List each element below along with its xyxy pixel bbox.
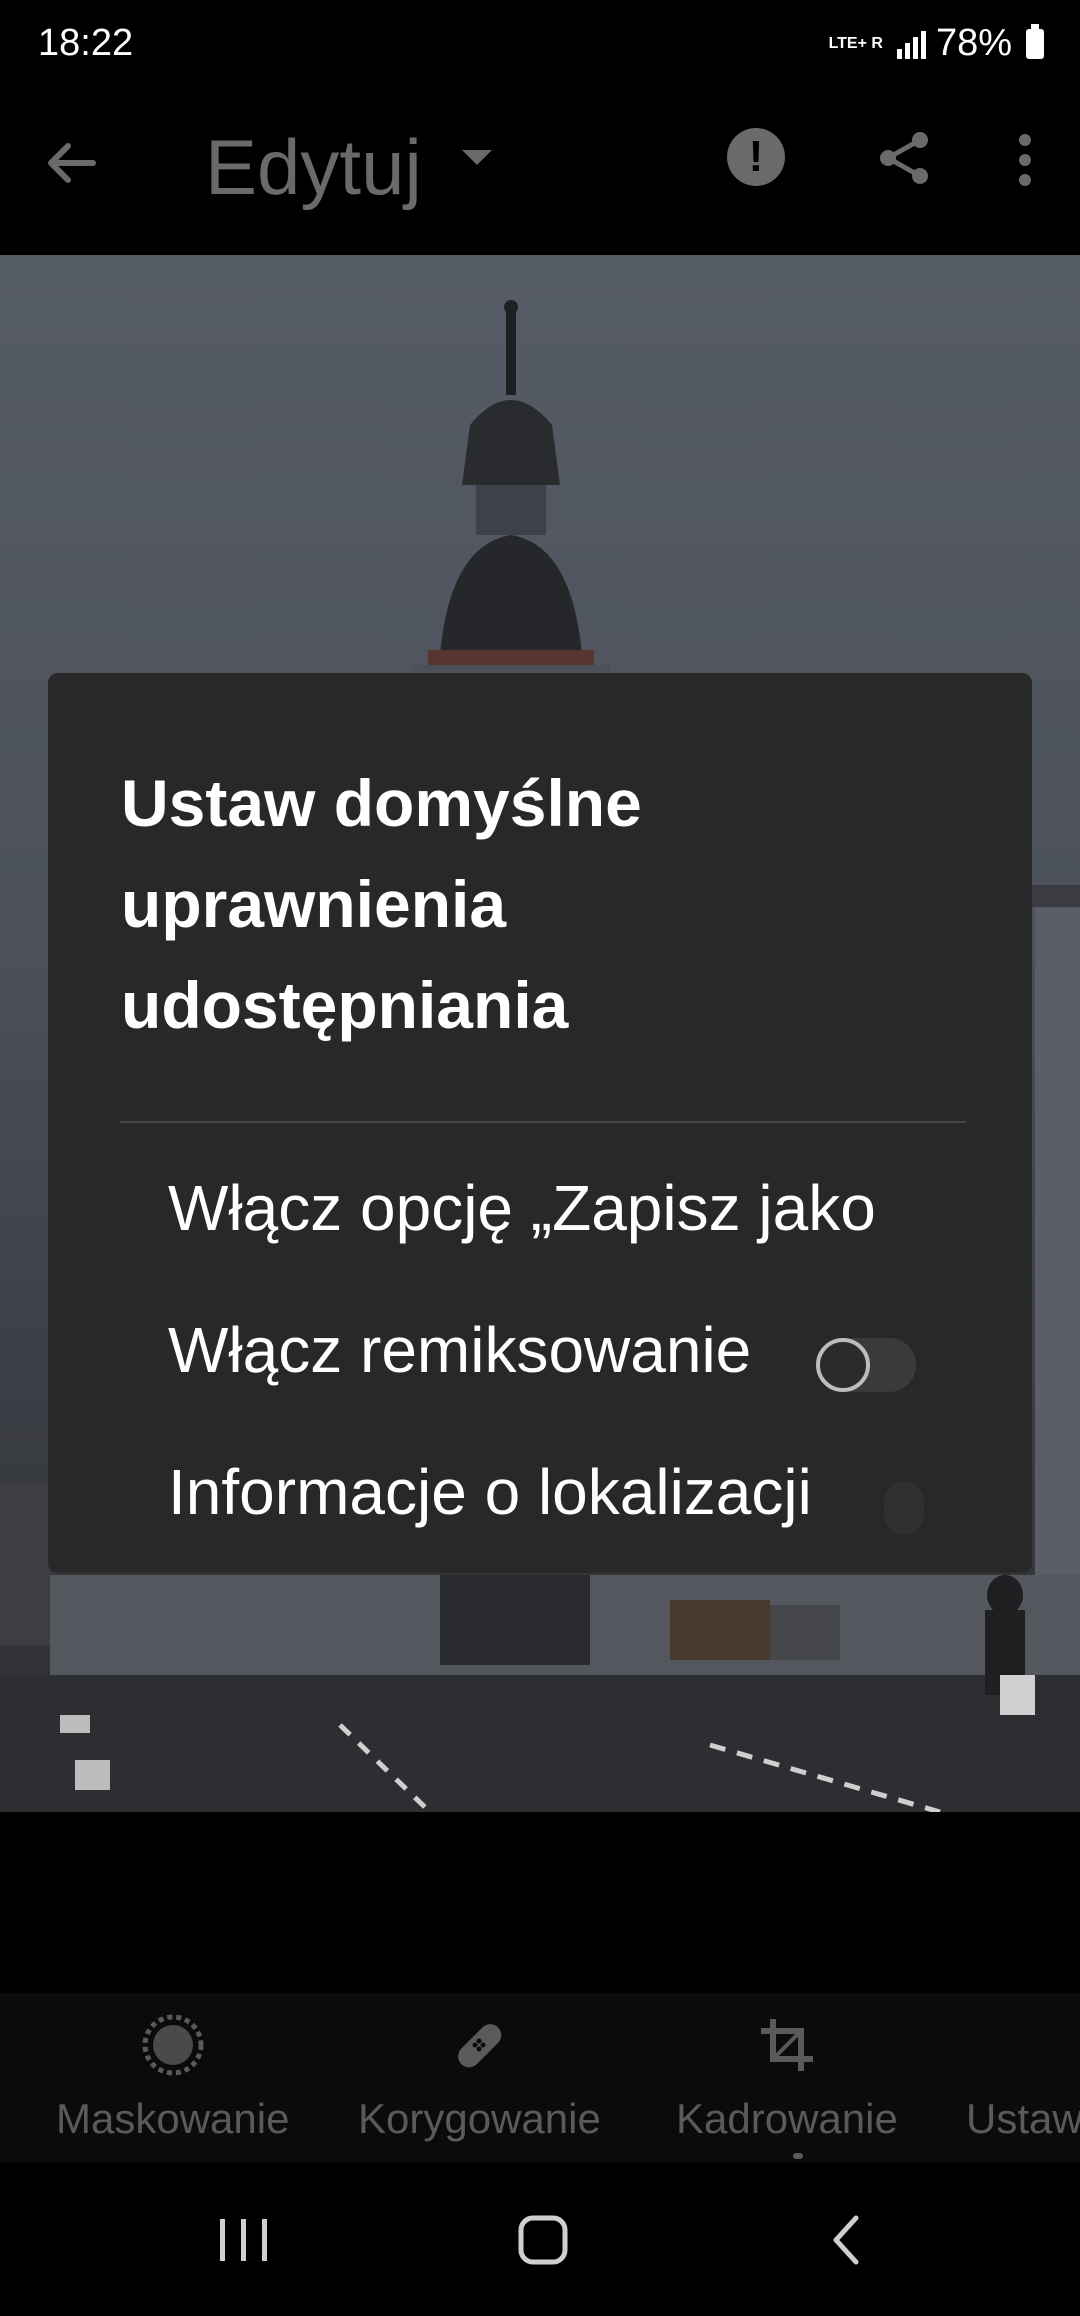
tool-healing[interactable]: Korygowanie [358, 2013, 601, 2143]
toggle-knob [816, 1338, 870, 1392]
home-icon[interactable] [516, 2213, 570, 2272]
status-time: 18:22 [38, 22, 134, 64]
status-bar: 18:22 LTE+ R 78% [0, 0, 1080, 100]
recents-icon[interactable] [214, 2213, 274, 2272]
back-icon[interactable] [826, 2213, 866, 2272]
chevron-down-icon[interactable] [462, 150, 492, 165]
system-nav-bar [0, 2163, 1080, 2316]
tool-crop[interactable]: Kadrowanie [676, 2013, 898, 2143]
tool-label: Maskowanie [56, 2095, 290, 2142]
presets-icon [992, 2013, 1056, 2077]
status-icons: LTE+ R 78% [829, 22, 1044, 65]
more-vert-icon[interactable] [1010, 130, 1040, 190]
share-permissions-dialog: Ustaw domyślne uprawnienia udostępniania… [48, 673, 1032, 1573]
network-type-icon: LTE+ R [828, 34, 883, 52]
tool-presets[interactable]: Ustaw [966, 2013, 1080, 2143]
share-icon[interactable] [874, 128, 934, 188]
option-save-as-preset[interactable]: Włącz opcję „Zapisz jako ustawienia [168, 1158, 928, 1278]
crop-icon [755, 2013, 819, 2077]
location-toggle[interactable] [884, 1481, 924, 1535]
app-bar: Edytuj ! [0, 100, 1080, 255]
bandage-icon [447, 2013, 511, 2077]
back-arrow-icon[interactable] [38, 128, 108, 198]
option-remix-label: Włącz remiksowanie [168, 1314, 752, 1386]
tool-label: Kadrowanie [676, 2095, 898, 2142]
dialog-title: Ustaw domyślne uprawnienia udostępniania [121, 766, 642, 1042]
tool-label: Ustaw [966, 2095, 1080, 2142]
tool-masking[interactable]: Maskowanie [56, 2013, 289, 2143]
page-title[interactable]: Edytuj [205, 122, 422, 213]
battery-percent: 78% [935, 22, 1012, 64]
option-label: Włącz opcję „Zapisz jako ustawienia [168, 1172, 876, 1278]
tool-label: Korygowanie [358, 2095, 601, 2142]
signal-icon [896, 29, 926, 59]
remix-toggle[interactable] [816, 1338, 916, 1392]
option-location-label: Informacje o lokalizacji [168, 1456, 812, 1528]
battery-icon [1026, 23, 1044, 59]
divider [120, 1121, 966, 1123]
masking-icon [141, 2013, 205, 2077]
active-indicator [793, 2153, 803, 2159]
alert-icon[interactable]: ! [727, 128, 785, 186]
edit-toolbar: Maskowanie Korygowanie Kadrowanie Ustaw [0, 1993, 1080, 2163]
